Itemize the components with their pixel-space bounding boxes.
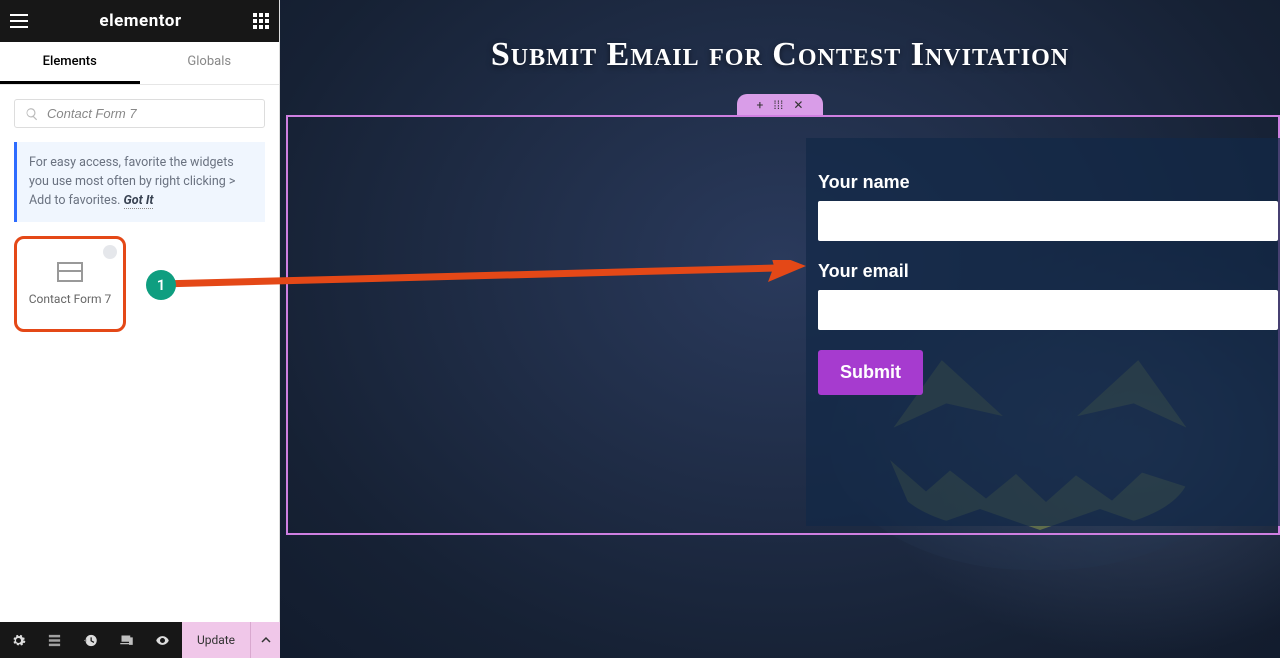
navigator-icon[interactable] <box>36 622 72 658</box>
search-icon <box>25 107 39 121</box>
drag-section-icon[interactable]: ⁞⁞⁞ <box>773 98 783 112</box>
widget-grid: Contact Form 7 <box>0 222 279 346</box>
settings-icon[interactable] <box>0 622 36 658</box>
widget-contact-form-7[interactable]: Contact Form 7 <box>14 236 126 332</box>
brand-label: elementor <box>99 11 181 31</box>
sidebar-footer: Update <box>0 622 280 658</box>
section-handle: + ⁞⁞⁞ ✕ <box>737 94 823 116</box>
annotation-badge-1: 1 <box>146 270 176 300</box>
sidebar-header: elementor <box>0 0 279 42</box>
tab-globals[interactable]: Globals <box>140 42 280 84</box>
update-options-caret[interactable] <box>250 622 280 658</box>
history-icon[interactable] <box>72 622 108 658</box>
email-input[interactable] <box>818 290 1278 330</box>
menu-icon[interactable] <box>10 14 28 28</box>
search-input[interactable] <box>47 106 254 121</box>
submit-button[interactable]: Submit <box>818 350 923 395</box>
email-label: Your email <box>818 261 1280 282</box>
delete-section-icon[interactable]: ✕ <box>793 98 803 112</box>
responsive-icon[interactable] <box>108 622 144 658</box>
form-icon <box>57 262 83 282</box>
external-badge-icon <box>103 245 117 259</box>
tab-elements[interactable]: Elements <box>0 42 140 84</box>
chevron-up-icon <box>261 635 271 645</box>
preview-icon[interactable] <box>144 622 180 658</box>
name-input[interactable] <box>818 201 1278 241</box>
editor-canvas: Submit Email for Contest Invitation + ⁞⁞… <box>280 0 1280 658</box>
elementor-sidebar: elementor Elements Globals For easy acce… <box>0 0 280 658</box>
apps-icon[interactable] <box>253 13 269 29</box>
search-box <box>14 99 265 128</box>
widget-label: Contact Form 7 <box>29 292 112 306</box>
update-button[interactable]: Update <box>182 622 250 658</box>
tip-box: For easy access, favorite the widgets yo… <box>14 142 265 222</box>
search-wrap <box>0 85 279 142</box>
page-heading: Submit Email for Contest Invitation <box>280 36 1280 74</box>
tip-dismiss[interactable]: Got It <box>124 193 154 209</box>
contact-form-widget[interactable]: Your name Your email Submit <box>806 138 1280 526</box>
add-section-icon[interactable]: + <box>757 98 764 112</box>
name-label: Your name <box>818 172 1280 193</box>
sidebar-tabs: Elements Globals <box>0 42 279 85</box>
